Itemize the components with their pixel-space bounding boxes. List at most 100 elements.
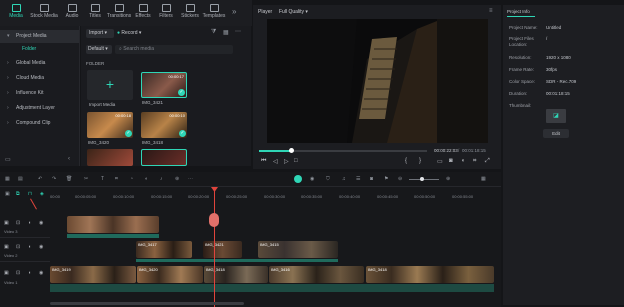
stabilize-icon[interactable]: ⊛	[175, 176, 179, 182]
timeline-clip[interactable]: IMG_3418	[366, 266, 494, 283]
mark-in-icon[interactable]: {	[405, 158, 407, 164]
split-icon[interactable]: ✂	[84, 176, 88, 182]
eye-icon[interactable]: ◉	[39, 244, 43, 250]
collapse-icon[interactable]: ‹	[68, 156, 70, 162]
timeline-clip[interactable]: IMG_3419	[50, 266, 136, 283]
sidebar-item-cloud-media[interactable]: › Cloud Media	[0, 72, 79, 85]
audio-toggle-icon[interactable]: ◖	[28, 220, 31, 226]
video-preview[interactable]	[267, 19, 488, 143]
undo-icon[interactable]: ↶	[38, 176, 42, 182]
eye-icon[interactable]: ◉	[39, 220, 43, 226]
expand-icon[interactable]: »	[232, 7, 236, 16]
volume-icon[interactable]: ◖	[461, 158, 465, 164]
mark-out-icon[interactable]: }	[419, 158, 421, 164]
import-media-tile[interactable]: +	[87, 70, 133, 100]
sidebar-item-compound-clip[interactable]: › Compound Clip	[0, 117, 79, 130]
sidebar-item-influence-kit[interactable]: › Influence Kit	[0, 87, 79, 100]
more-icon[interactable]: ⋯	[188, 176, 193, 182]
render-icon[interactable]	[294, 175, 302, 183]
edit-thumbnail-button[interactable]: Edit	[543, 129, 569, 138]
select-tool-icon[interactable]: ▤	[18, 176, 23, 182]
speed-icon[interactable]: ◔	[130, 176, 133, 182]
timeline-clip[interactable]: IMG_3416	[269, 266, 364, 283]
timeline-clip[interactable]	[67, 216, 159, 233]
audio-icon[interactable]: ♪	[160, 176, 163, 182]
more-icon[interactable]: ⋯	[235, 28, 241, 35]
new-folder-icon[interactable]: ▭	[5, 156, 11, 163]
delete-icon[interactable]: 🗑	[66, 176, 72, 182]
chevron-down-icon: ▾	[7, 33, 10, 39]
fullscreen-icon[interactable]: ⤢	[485, 158, 490, 165]
eye-icon[interactable]: ◉	[39, 270, 43, 276]
playhead-grip[interactable]	[209, 213, 219, 227]
sidebar-item-project-media[interactable]: ▾ Project Media	[0, 30, 79, 43]
sidebar-item-folder[interactable]: Folder	[0, 43, 79, 56]
step-back-icon[interactable]: ⏮	[261, 158, 266, 165]
add-track-icon[interactable]: ▣	[5, 191, 10, 197]
media-thumb-img-3421[interactable]: 00:00:17 ✓	[141, 72, 187, 98]
templates-tab[interactable]: Templates	[200, 2, 228, 24]
lock-icon[interactable]: ⊡	[16, 220, 20, 226]
sidebar-item-global-media[interactable]: › Global Media	[0, 57, 79, 70]
media-thumb-img-3420[interactable]: 00:00:18 ✓	[87, 112, 133, 138]
record-icon: ●	[117, 30, 121, 36]
shield-icon[interactable]: ⛉	[326, 176, 330, 182]
playback-progress-track[interactable]	[259, 148, 427, 153]
lock-icon[interactable]: ⊡	[16, 270, 20, 276]
lock-icon[interactable]: ⊡	[16, 244, 20, 250]
sort-dropdown[interactable]: Default ▾	[86, 45, 112, 54]
grid-icon[interactable]: ▦	[5, 176, 10, 182]
playback-handle[interactable]	[288, 148, 294, 153]
link-icon[interactable]: ⧉	[16, 191, 20, 197]
ruler-tick: 00:00:40:00	[339, 194, 361, 199]
timeline-clip[interactable]: IMG_3417	[136, 241, 192, 258]
crop-icon[interactable]: ⌗	[473, 158, 476, 165]
marker-icon[interactable]: ⚑	[384, 176, 388, 182]
auto-ripple-icon[interactable]: ◈	[40, 191, 44, 197]
timeline-clip[interactable]: IMG_3415	[258, 241, 338, 258]
menu-icon[interactable]: ≡	[489, 8, 493, 14]
filter-icon[interactable]: ⧩	[211, 29, 216, 36]
media-thumb[interactable]	[87, 149, 133, 166]
zoom-out-icon[interactable]: ⊖	[398, 176, 402, 182]
zoom-slider[interactable]	[409, 179, 439, 180]
stock-media-tab[interactable]: Stock Media	[30, 2, 58, 24]
display-icon[interactable]: ▭	[437, 158, 443, 165]
audio-toggle-icon[interactable]: ◖	[28, 270, 31, 276]
playhead-handle[interactable]	[211, 187, 218, 192]
record-dropdown[interactable]: ● Record ▾	[117, 29, 157, 38]
media-thumb-img-3418[interactable]: 00:00:10 ✓	[141, 112, 187, 138]
play-back-icon[interactable]: ◁	[273, 158, 278, 165]
player-tab[interactable]: Player	[258, 9, 272, 15]
ruler-tick: 00:00:25:00	[226, 194, 248, 199]
media-tab[interactable]: Media	[2, 2, 30, 24]
play-icon[interactable]: ▷	[284, 158, 289, 165]
audio-toggle-icon[interactable]: ◖	[28, 244, 31, 250]
magnet-icon[interactable]: ⊓	[28, 191, 32, 197]
zoom-in-icon[interactable]: ⊕	[446, 176, 450, 182]
playhead[interactable]	[214, 188, 215, 307]
layout-icon[interactable]: ▦	[481, 176, 486, 182]
search-input[interactable]: ⌕ Search media	[115, 45, 233, 54]
zoom-handle[interactable]	[420, 177, 424, 181]
sidebar-item-adjustment-layer[interactable]: › Adjustment Layer	[0, 102, 79, 115]
color-icon[interactable]: ◐	[145, 176, 148, 182]
timeline-clip[interactable]: IMG_3420	[137, 266, 203, 283]
layers-icon[interactable]: ☰	[356, 176, 360, 182]
quality-dropdown[interactable]: Full Quality ▾	[279, 9, 308, 15]
record-voice-icon[interactable]: ◉	[310, 176, 314, 182]
import-dropdown[interactable]: Import ▾	[86, 29, 114, 38]
project-info-tab[interactable]: Project Info	[507, 7, 535, 17]
horizontal-scrollbar[interactable]	[50, 302, 244, 305]
media-thumb[interactable]	[141, 149, 187, 166]
mic-icon[interactable]: ♫	[342, 176, 346, 182]
text-icon[interactable]: T	[101, 176, 104, 182]
timeline-clip[interactable]: IMG_3421	[203, 241, 242, 258]
redo-icon[interactable]: ↷	[52, 176, 56, 182]
media-panel: Import ▾ ● Record ▾ ⧩ ▦ ⋯ Default ▾ ⌕ Se…	[81, 26, 251, 166]
grid-view-icon[interactable]: ▦	[223, 29, 229, 36]
stop-icon[interactable]: □	[294, 158, 298, 164]
crop-icon[interactable]: ⌗	[115, 176, 118, 182]
snapshot-icon[interactable]: ◙	[449, 158, 453, 164]
snapshot-icon[interactable]: ◙	[370, 176, 373, 182]
